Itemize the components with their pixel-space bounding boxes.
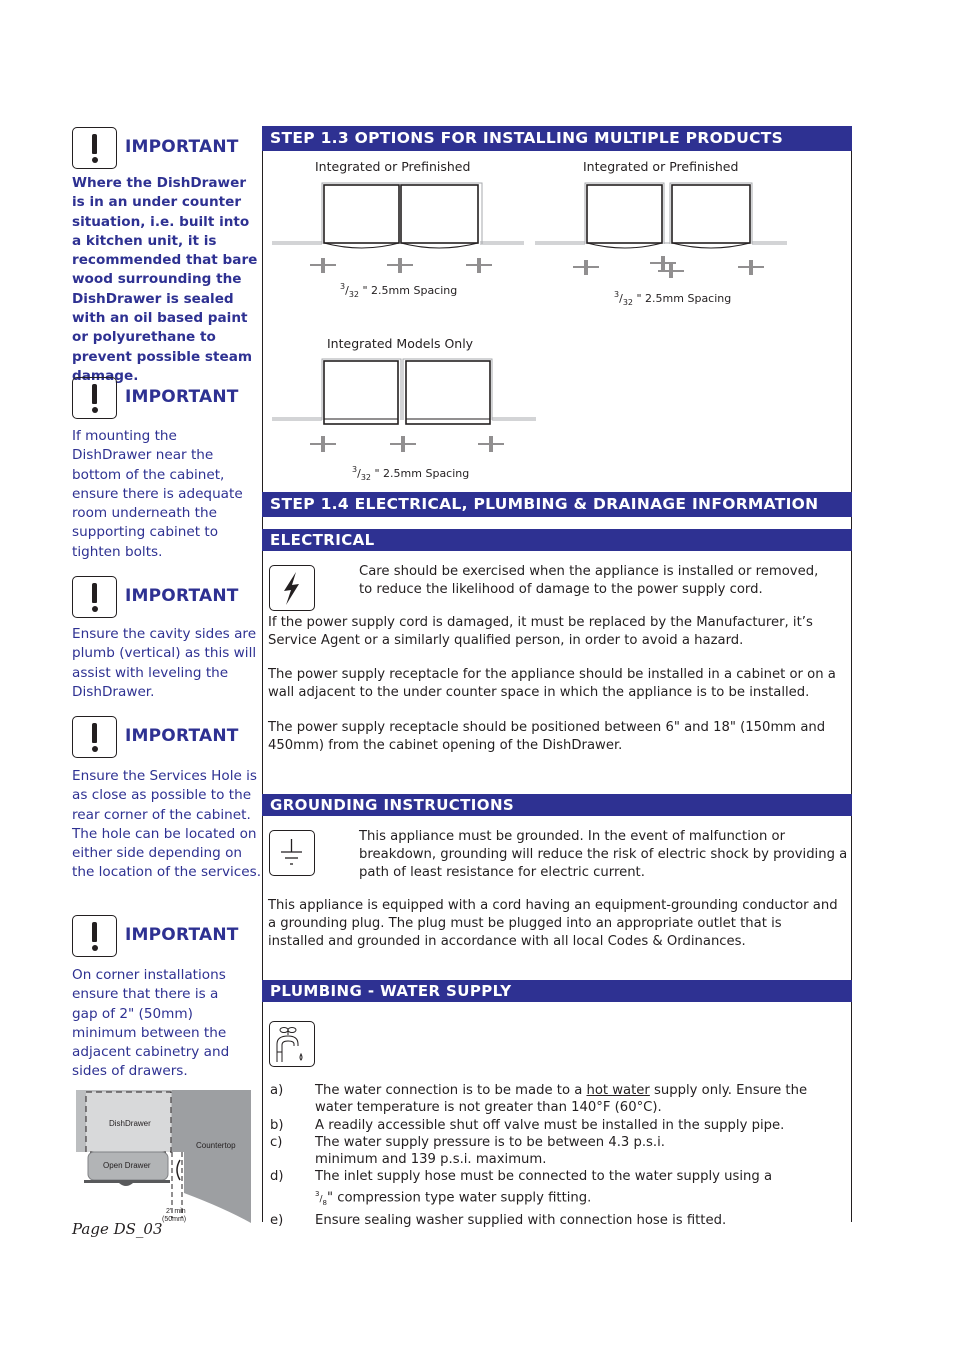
page-number: Page DS_03 (72, 1220, 163, 1238)
list-item: e) Ensure sealing washer supplied with co… (270, 1213, 727, 1229)
drawer-base (84, 1180, 170, 1183)
important-text: Ensure the Services Hole is as close as … (72, 768, 262, 881)
important-text: On corner installations ensure that ther… (72, 967, 230, 1080)
diagram-2-spacing-label: 3/32 " 2.5mm Spacing (614, 290, 732, 307)
exclamation-icon (72, 377, 117, 419)
important-note-2: IMPORTANT If mounting the DishDrawer nea… (72, 377, 262, 562)
important-text: Ensure the cavity sides are plumb (verti… (72, 626, 257, 700)
diagram-2-prefinished-spacing (535, 182, 787, 278)
important-title: IMPORTANT (125, 925, 239, 945)
gap-label-1: 2" min (166, 1208, 186, 1215)
diagram-1-flush-spacing (272, 182, 524, 273)
grounding-paragraph: This appliance is equipped with a cord h… (268, 898, 838, 949)
electrical-paragraph: The power supply receptacle for the appl… (268, 667, 836, 700)
important-note-4: IMPORTANT Ensure the Services Hole is as… (72, 716, 262, 883)
diagram-2-label: Integrated or Prefinished (583, 159, 739, 174)
countertop-label: Countertop (196, 1141, 236, 1150)
grounding-heading: GROUNDING INSTRUCTIONS (262, 794, 852, 816)
countertop-shape (172, 1090, 251, 1223)
important-note-header: IMPORTANT (72, 915, 262, 961)
diagram-3-spacing-label: 3/32 " 2.5mm Spacing (352, 465, 470, 482)
important-text: If mounting the DishDrawer near the bott… (72, 428, 243, 560)
hot-water-emphasis: hot water (586, 1083, 650, 1098)
drawer-handle (119, 1183, 133, 1186)
spacing-arrow (738, 260, 764, 275)
diagram-3-label: Integrated Models Only (327, 336, 474, 351)
faucet-icon (269, 1021, 315, 1067)
spacing-arrow (390, 436, 416, 452)
spacing-arrow (310, 258, 336, 273)
important-note-header: IMPORTANT (72, 576, 262, 622)
open-drawer-label: Open Drawer (103, 1161, 151, 1170)
important-note-header: IMPORTANT (72, 716, 262, 762)
spacing-arrow (310, 436, 336, 452)
important-title: IMPORTANT (125, 586, 239, 606)
ground-icon (269, 830, 315, 876)
electrical-intro: Care should be exercised when the applia… (359, 564, 819, 597)
spacing-arrow (387, 258, 413, 273)
step-1-3-heading: STEP 1.3 OPTIONS FOR INSTALLING MULTIPLE… (262, 126, 852, 151)
plumbing-requirements-list: a) The water connection is to be made to … (270, 1082, 845, 1229)
diagram-1-label: Integrated or Prefinished (315, 159, 471, 174)
spacing-arrow (466, 258, 492, 273)
important-title: IMPORTANT (125, 137, 239, 157)
diagram-3-integrated-spacing (272, 358, 536, 452)
electrical-paragraph: If the power supply cord is damaged, it … (268, 615, 813, 648)
important-text: Where the DishDrawer is in an under coun… (72, 175, 258, 384)
list-item: c) The water supply pressure is to be bet… (270, 1134, 665, 1168)
lightning-icon (269, 565, 315, 611)
step-1-4-heading: STEP 1.4 ELECTRICAL, PLUMBING & DRAINAGE… (262, 492, 852, 517)
gap-label-2: (50mm) (162, 1216, 186, 1223)
exclamation-icon (72, 127, 117, 169)
spacing-arrow (573, 260, 599, 275)
important-note-5: IMPORTANT On corner installations ensure… (72, 915, 262, 1082)
diagram-1-spacing-label: 3/32 " 2.5mm Spacing (340, 282, 458, 299)
exclamation-icon (72, 576, 117, 618)
electrical-heading: ELECTRICAL (262, 529, 852, 551)
important-note-header: IMPORTANT (72, 127, 262, 173)
plumbing-heading: PLUMBING - WATER SUPPLY (262, 980, 852, 1002)
exclamation-icon (72, 915, 117, 957)
list-item: a) The water connection is to be made to … (270, 1083, 808, 1116)
important-title: IMPORTANT (125, 387, 239, 407)
grounding-intro: This appliance must be grounded. In the … (359, 829, 848, 880)
important-note-3: IMPORTANT Ensure the cavity sides are pl… (72, 576, 262, 702)
important-title: IMPORTANT (125, 726, 239, 746)
spacing-arrow (478, 436, 504, 452)
corner-installation-diagram: DishDrawer Countertop Open Drawer 2" min… (76, 1090, 251, 1223)
list-item: d) The inlet supply hose must be connecte… (270, 1169, 773, 1207)
exclamation-icon (72, 716, 117, 758)
electrical-paragraph: The power supply receptacle should be po… (268, 720, 826, 753)
dishdrawer-label: DishDrawer (109, 1119, 151, 1128)
list-item: b) A readily accessible shut off valve mu… (270, 1117, 785, 1133)
important-note-1: IMPORTANT Where the DishDrawer is in an … (72, 127, 262, 386)
important-note-header: IMPORTANT (72, 377, 262, 423)
gap-arc (176, 1159, 181, 1181)
